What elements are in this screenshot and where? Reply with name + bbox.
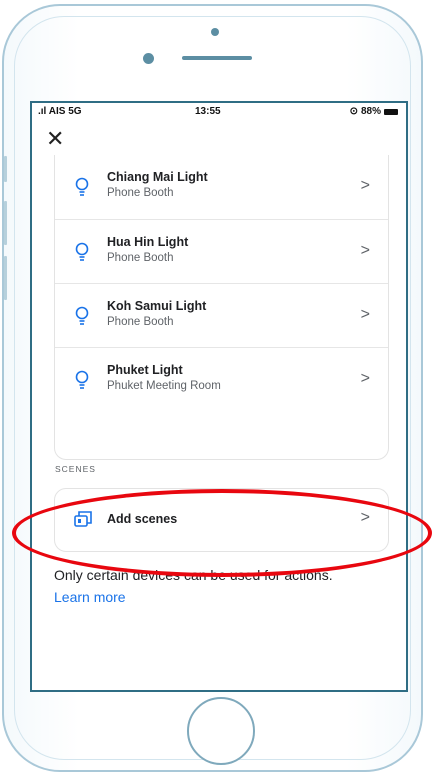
device-room: Phone Booth: [107, 252, 174, 264]
device-text: Phuket Light Phuket Meeting Room: [107, 363, 221, 392]
chevron-right-icon: >: [360, 306, 370, 323]
front-camera: [143, 53, 154, 64]
status-time: 13:55: [195, 106, 221, 117]
chevron-right-icon: >: [360, 177, 370, 194]
phone-screen: .ıl AIS 5G 13:55 ⊙ 88% ✕ Chiang Mai Ligh…: [30, 101, 408, 692]
close-button[interactable]: ✕: [46, 126, 72, 152]
lightbulb-icon: [75, 306, 89, 325]
highlight-annotation-ellipse: [12, 489, 432, 577]
battery-indicator: ⊙ 88%: [350, 106, 398, 117]
lightbulb-icon: [75, 242, 89, 261]
scenes-section-label: SCENES: [55, 464, 96, 474]
volume-down-button: [4, 256, 7, 300]
chevron-right-icon: >: [360, 242, 370, 259]
device-text: Koh Samui Light Phone Booth: [107, 299, 206, 328]
battery-percent: 88%: [360, 106, 381, 117]
battery-icon: [384, 108, 398, 115]
device-row-koh-samui[interactable]: Koh Samui Light Phone Booth >: [55, 283, 388, 348]
chevron-right-icon: >: [360, 370, 370, 387]
mute-switch: [4, 156, 7, 182]
volume-up-button: [4, 201, 7, 245]
device-room: Phone Booth: [107, 187, 174, 199]
alarm-icon: ⊙: [349, 106, 358, 117]
home-button[interactable]: [187, 697, 255, 765]
device-row-hua-hin[interactable]: Hua Hin Light Phone Booth >: [55, 219, 388, 284]
lightbulb-icon: [75, 177, 89, 196]
device-room: Phuket Meeting Room: [107, 380, 221, 392]
device-row-chiang-mai[interactable]: Chiang Mai Light Phone Booth >: [55, 155, 388, 219]
device-name: Koh Samui Light: [107, 299, 207, 313]
proximity-sensor: [211, 28, 219, 36]
device-text: Chiang Mai Light Phone Booth: [107, 170, 208, 199]
device-name: Phuket Light: [107, 363, 183, 377]
carrier-signal: .ıl AIS 5G: [38, 106, 82, 117]
lightbulb-icon: [75, 370, 89, 389]
learn-more-link[interactable]: Learn more: [54, 589, 126, 605]
earpiece-speaker: [182, 56, 252, 60]
device-name: Hua Hin Light: [107, 235, 189, 249]
device-room: Phone Booth: [107, 316, 174, 328]
device-name: Chiang Mai Light: [107, 170, 208, 184]
device-row-phuket[interactable]: Phuket Light Phuket Meeting Room >: [55, 347, 388, 412]
device-text: Hua Hin Light Phone Booth: [107, 235, 188, 264]
device-list: Chiang Mai Light Phone Booth > Hua Hin L…: [54, 155, 389, 460]
status-bar: .ıl AIS 5G 13:55 ⊙ 88%: [32, 103, 406, 121]
